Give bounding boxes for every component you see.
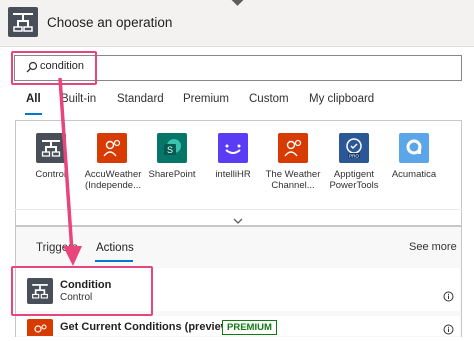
info-icon[interactable] bbox=[443, 289, 454, 307]
connector-label-weather-channel: The Weather Channel... bbox=[265, 169, 321, 191]
tab-all[interactable]: All bbox=[26, 93, 41, 105]
connector-label-sharepoint: SharePoint bbox=[148, 169, 196, 180]
tab-triggers[interactable]: Triggers bbox=[36, 242, 80, 254]
sharepoint-icon[interactable]: S bbox=[157, 133, 187, 163]
see-more-link[interactable]: See more bbox=[409, 241, 457, 253]
tab-my-clipboard[interactable]: My clipboard bbox=[309, 93, 374, 105]
accuweather-icon bbox=[27, 319, 53, 336]
tab-built-in[interactable]: Built-in bbox=[61, 93, 96, 105]
active-subtab-indicator bbox=[95, 260, 133, 262]
tab-actions[interactable]: Actions bbox=[96, 242, 134, 254]
weather-channel-icon[interactable] bbox=[278, 133, 308, 163]
search-highlight-box bbox=[11, 51, 97, 85]
intellihr-icon[interactable] bbox=[218, 133, 248, 163]
svg-text:PRO: PRO bbox=[349, 153, 359, 158]
control-icon[interactable] bbox=[36, 133, 66, 163]
acumatica-icon[interactable] bbox=[399, 133, 429, 163]
condition-highlight-box bbox=[11, 266, 153, 316]
operation-icon bbox=[8, 7, 38, 37]
tab-custom[interactable]: Custom bbox=[249, 93, 289, 105]
active-tab-indicator bbox=[25, 113, 42, 115]
dialog-title: Choose an operation bbox=[47, 15, 173, 30]
connector-label-acumatica: Acumatica bbox=[391, 169, 437, 180]
info-icon[interactable] bbox=[443, 322, 454, 340]
tab-standard[interactable]: Standard bbox=[117, 93, 164, 105]
svg-text:S: S bbox=[167, 145, 173, 155]
tab-premium[interactable]: Premium bbox=[183, 93, 229, 105]
connector-label-control: Control bbox=[35, 169, 66, 180]
apptigent-icon[interactable]: PRO bbox=[339, 133, 369, 163]
accuweather-icon[interactable] bbox=[97, 133, 127, 163]
action-title-get-current-conditions: Get Current Conditions (preview) bbox=[60, 321, 233, 333]
premium-badge: PREMIUM bbox=[222, 320, 277, 335]
